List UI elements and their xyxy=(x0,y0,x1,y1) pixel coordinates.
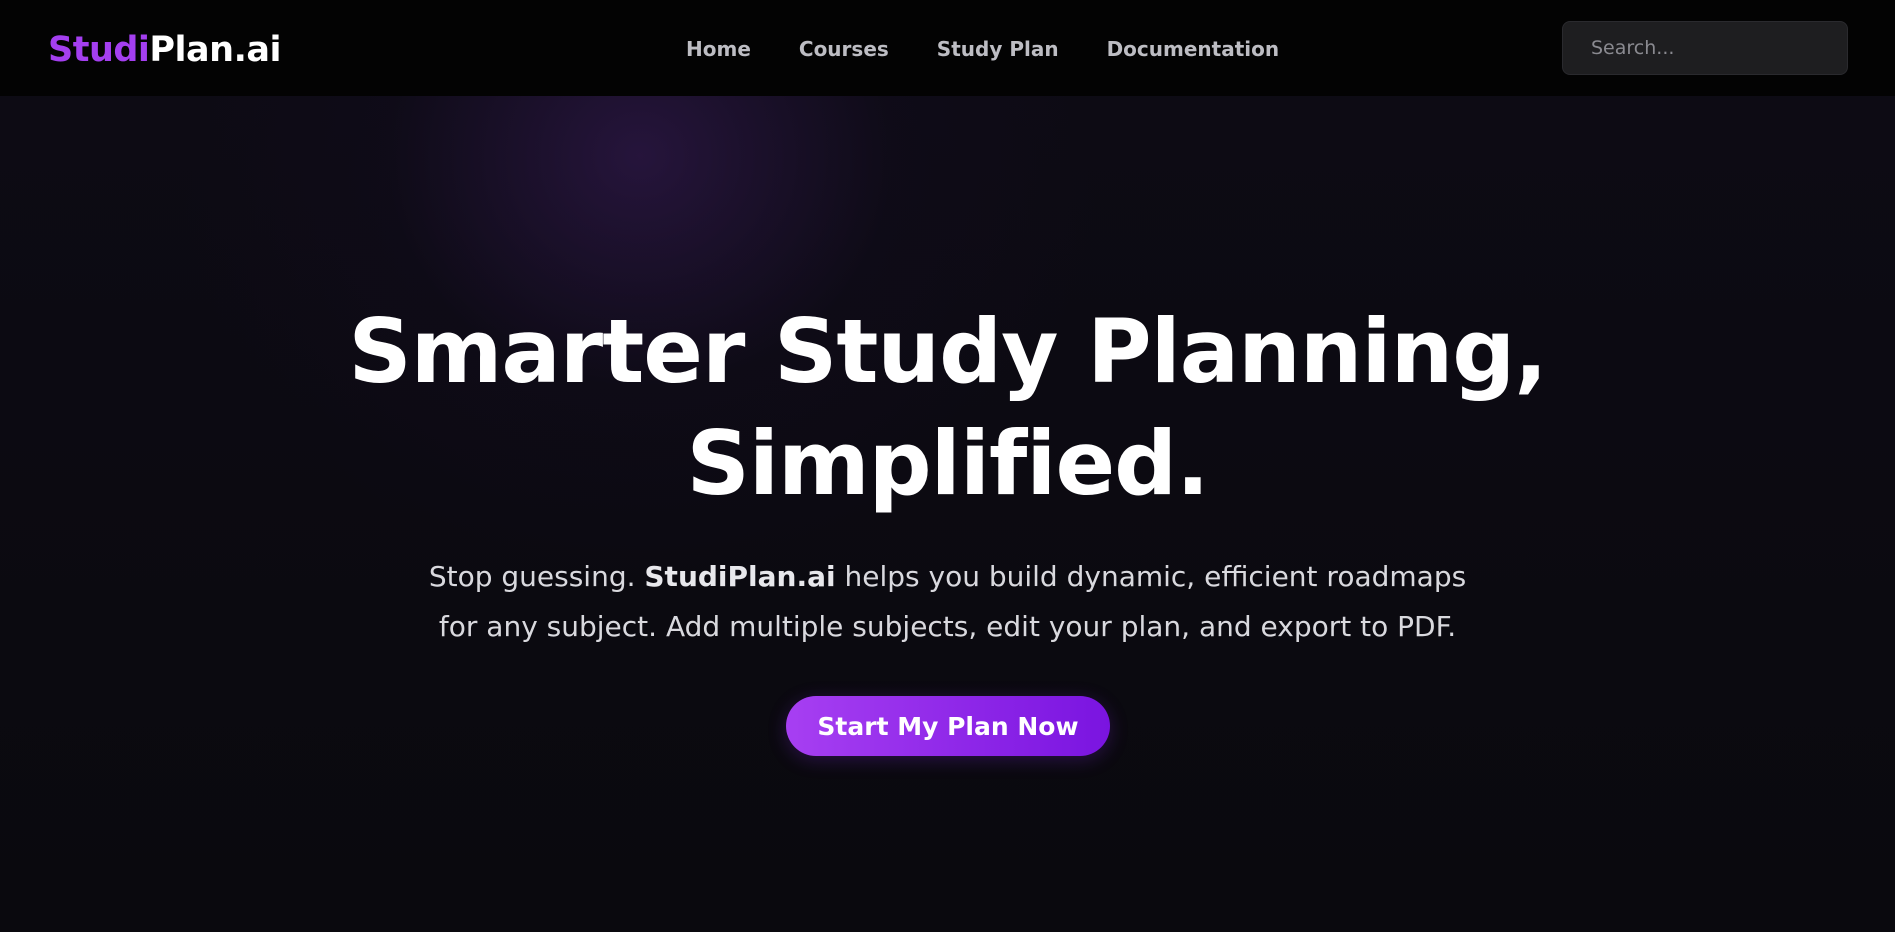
logo-rest-text: Plan.ai xyxy=(149,30,282,70)
nav-link-home[interactable]: Home xyxy=(686,34,751,64)
start-plan-button[interactable]: Start My Plan Now xyxy=(786,696,1110,756)
search-input[interactable] xyxy=(1591,37,1821,59)
hero-subtitle-brand: StudiPlan.ai xyxy=(644,560,836,593)
hero-subtitle: Stop guessing. StudiPlan.ai helps you bu… xyxy=(420,552,1475,652)
hero-title-line-2: Simplified. xyxy=(686,412,1209,515)
search-box xyxy=(1562,21,1848,75)
site-logo[interactable]: StudiPlan.ai xyxy=(48,28,282,72)
nav-link-documentation[interactable]: Documentation xyxy=(1107,34,1280,64)
top-navbar: StudiPlan.ai Home Courses Study Plan Doc… xyxy=(0,0,1895,96)
logo-accent-text: Studi xyxy=(48,30,150,70)
main-nav: Home Courses Study Plan Documentation xyxy=(686,34,1279,64)
hero-subtitle-pre: Stop guessing. xyxy=(428,560,645,593)
hero-title: Smarter Study Planning, Simplified. xyxy=(0,296,1895,520)
nav-link-courses[interactable]: Courses xyxy=(799,34,889,64)
hero-section: Smarter Study Planning, Simplified. Stop… xyxy=(0,96,1895,932)
nav-link-study-plan[interactable]: Study Plan xyxy=(937,34,1059,64)
hero-title-line-1: Smarter Study Planning, xyxy=(348,300,1547,403)
